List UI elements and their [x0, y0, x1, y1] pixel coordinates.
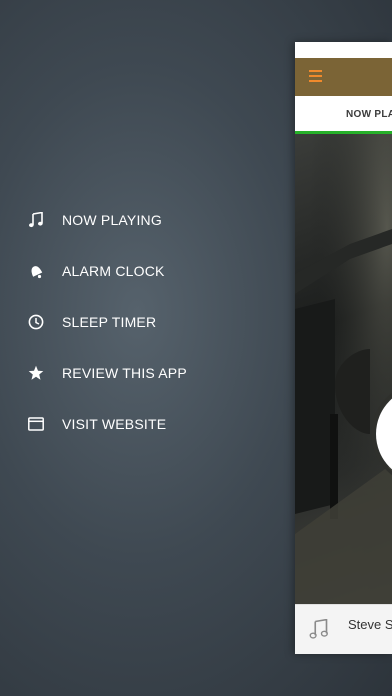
- menu-item-review-this-app[interactable]: REVIEW THIS APP: [0, 353, 260, 393]
- tab-bar: NOW PLAYING: [295, 96, 392, 134]
- menu-item-label: NOW PLAYING: [62, 212, 162, 228]
- mini-player[interactable]: Steve S: [295, 604, 392, 654]
- menu-item-label: VISIT WEBSITE: [62, 416, 167, 432]
- menu-item-now-playing[interactable]: NOW PLAYING: [0, 200, 260, 240]
- app-toolbar: [295, 58, 392, 96]
- menu-item-label: SLEEP TIMER: [62, 314, 157, 330]
- menu-item-visit-website[interactable]: VISIT WEBSITE: [0, 404, 260, 444]
- menu-item-label: REVIEW THIS APP: [62, 365, 187, 381]
- track-title: Steve S: [348, 617, 392, 632]
- menu-item-label: ALARM CLOCK: [62, 263, 165, 279]
- status-strip: [295, 42, 392, 58]
- album-artwork: [295, 134, 392, 604]
- menu-item-sleep-timer[interactable]: SLEEP TIMER: [0, 302, 260, 342]
- side-menu: NOW PLAYING ALARM CLOCK SLEEP TIMER REVI…: [0, 0, 290, 696]
- music-note-icon: [309, 618, 331, 641]
- tab-now-playing[interactable]: NOW PLAYING: [346, 109, 392, 120]
- alarm-bell-icon: [26, 261, 46, 281]
- browser-window-icon: [26, 414, 46, 434]
- star-icon: [26, 363, 46, 383]
- artwork-scene: [295, 134, 392, 604]
- app-screen-preview[interactable]: NOW PLAYING: [295, 42, 392, 654]
- clock-icon: [26, 312, 46, 332]
- menu-item-alarm-clock[interactable]: ALARM CLOCK: [0, 251, 260, 291]
- hamburger-menu-icon[interactable]: [309, 70, 325, 84]
- music-note-icon: [26, 210, 46, 230]
